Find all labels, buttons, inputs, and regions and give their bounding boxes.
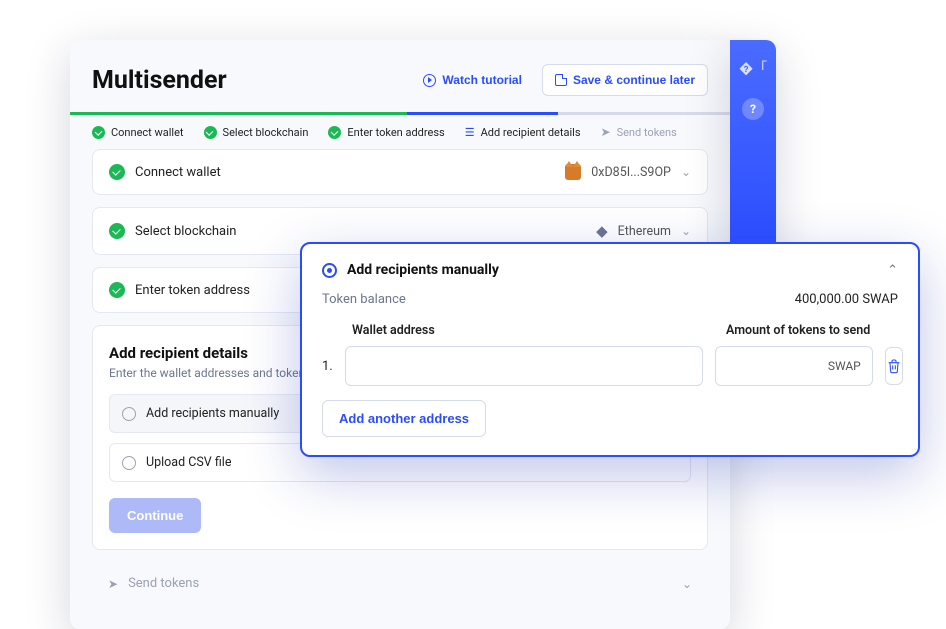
amount-input-wrap: SWAP	[715, 346, 873, 386]
add-recipients-overlay: Add recipients manually ⌃ Token balance …	[300, 242, 920, 457]
radio-icon	[122, 407, 136, 421]
save-icon	[555, 74, 567, 86]
chevron-down-icon: ⌄	[681, 165, 691, 179]
send-icon: ➤	[601, 125, 611, 139]
step-add-recipients[interactable]: ☰Add recipient details	[465, 126, 581, 139]
check-icon	[204, 126, 217, 139]
recipient-row: 1. SWAP	[322, 346, 898, 386]
delete-row-button[interactable]	[885, 347, 903, 385]
add-another-button[interactable]: Add another address	[322, 400, 486, 437]
metamask-icon	[565, 164, 581, 180]
step-connect-wallet[interactable]: Connect wallet	[92, 126, 184, 139]
radio-selected-icon[interactable]	[322, 263, 337, 278]
check-icon	[92, 126, 105, 139]
panel-connect-wallet[interactable]: Connect wallet 0xD85I...S9OP ⌄	[92, 149, 708, 195]
col-wallet-label: Wallet address	[352, 323, 712, 338]
amount-suffix: SWAP	[828, 359, 861, 373]
header: Multisender Watch tutorial Save & contin…	[70, 64, 730, 112]
overlay-header: Add recipients manually ⌃	[322, 262, 898, 278]
trash-icon	[886, 358, 902, 374]
check-icon	[109, 164, 125, 180]
side-rail: �「 ?	[730, 40, 776, 260]
token-balance-value: 400,000.00 SWAP	[795, 292, 898, 307]
continue-button[interactable]: Continue	[109, 498, 201, 533]
collapse-icon[interactable]: �「	[739, 58, 767, 78]
chevron-down-icon: ⌄	[682, 577, 692, 591]
step-select-blockchain[interactable]: Select blockchain	[204, 126, 309, 139]
blockchain-name: Ethereum	[618, 224, 671, 239]
list-icon: ☰	[465, 126, 475, 139]
help-badge[interactable]: ?	[742, 98, 764, 120]
send-icon: ➤	[108, 577, 118, 591]
token-balance-label: Token balance	[322, 292, 406, 307]
radio-icon	[122, 456, 136, 470]
col-amount-label: Amount of tokens to send	[726, 323, 898, 338]
step-send-tokens[interactable]: ➤Send tokens	[601, 125, 677, 139]
column-labels: Wallet address Amount of tokens to send	[322, 323, 898, 338]
check-icon	[109, 282, 125, 298]
progress-bar	[70, 112, 730, 115]
wallet-address: 0xD85I...S9OP	[591, 165, 671, 180]
play-icon	[423, 74, 436, 87]
progress-complete	[70, 112, 407, 115]
watch-tutorial-label: Watch tutorial	[442, 73, 522, 87]
save-continue-button[interactable]: Save & continue later	[542, 64, 708, 96]
chevron-up-icon[interactable]: ⌃	[887, 263, 898, 278]
overlay-title: Add recipients manually	[347, 262, 499, 278]
header-actions: Watch tutorial Save & continue later	[411, 64, 708, 96]
save-continue-label: Save & continue later	[573, 73, 695, 87]
check-icon	[328, 126, 341, 139]
ethereum-icon: ◆	[596, 222, 608, 240]
page-title: Multisender	[92, 66, 227, 95]
wallet-address-input[interactable]	[345, 346, 703, 386]
panel-send-tokens[interactable]: ➤Send tokens ⌄	[92, 562, 708, 605]
token-balance-row: Token balance 400,000.00 SWAP	[322, 292, 898, 307]
watch-tutorial-button[interactable]: Watch tutorial	[411, 64, 534, 96]
stepper: Connect wallet Select blockchain Enter t…	[70, 125, 730, 149]
step-enter-token[interactable]: Enter token address	[328, 126, 444, 139]
check-icon	[109, 223, 125, 239]
progress-current	[407, 112, 559, 115]
row-number: 1.	[322, 359, 333, 374]
chevron-down-icon: ⌄	[681, 224, 691, 238]
